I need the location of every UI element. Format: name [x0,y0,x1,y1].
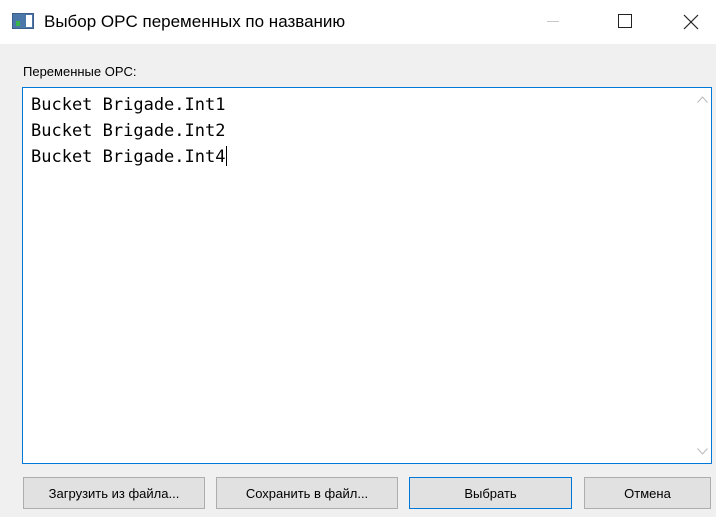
variable-line-1-text: Bucket Brigade.Int1 [31,95,226,115]
minimize-button[interactable] [530,0,576,44]
maximize-button[interactable] [600,0,646,44]
select-button[interactable]: Выбрать [409,477,572,509]
maximize-icon [618,14,632,28]
variables-label: Переменные OPC: [23,64,137,79]
save-to-file-button[interactable]: Сохранить в файл... [216,477,398,509]
variable-line-2-text: Bucket Brigade.Int2 [31,121,226,141]
cancel-button[interactable]: Отмена [584,477,711,509]
scroll-up-arrow-icon[interactable] [697,96,708,103]
load-from-file-button[interactable]: Загрузить из файла... [23,477,205,509]
title-bar: Выбор OPC переменных по названию [0,0,716,44]
app-icon-panel [26,15,32,27]
close-icon [683,14,699,30]
variable-line-2: Bucket Brigade.Int2 [31,118,227,144]
text-caret [226,146,228,166]
variables-textarea[interactable]: Bucket Brigade.Int1 Bucket Brigade.Int2 … [22,87,712,464]
variable-line-3-text: Bucket Brigade.Int4 [31,147,226,167]
window-title: Выбор OPC переменных по названию [44,12,346,31]
variable-line-3: Bucket Brigade.Int4 [31,144,228,170]
vertical-scrollbar[interactable] [694,88,711,463]
scroll-down-arrow-icon[interactable] [697,448,708,455]
app-window-icon [12,13,34,29]
minimize-icon [547,21,559,22]
opc-variable-selection-dialog: Выбор OPC переменных по названию Перемен… [0,0,716,517]
variables-text-content[interactable]: Bucket Brigade.Int1 Bucket Brigade.Int2 … [31,92,228,170]
variable-line-1: Bucket Brigade.Int1 [31,92,227,118]
close-button[interactable] [668,0,714,44]
app-icon-indicator [16,21,20,26]
